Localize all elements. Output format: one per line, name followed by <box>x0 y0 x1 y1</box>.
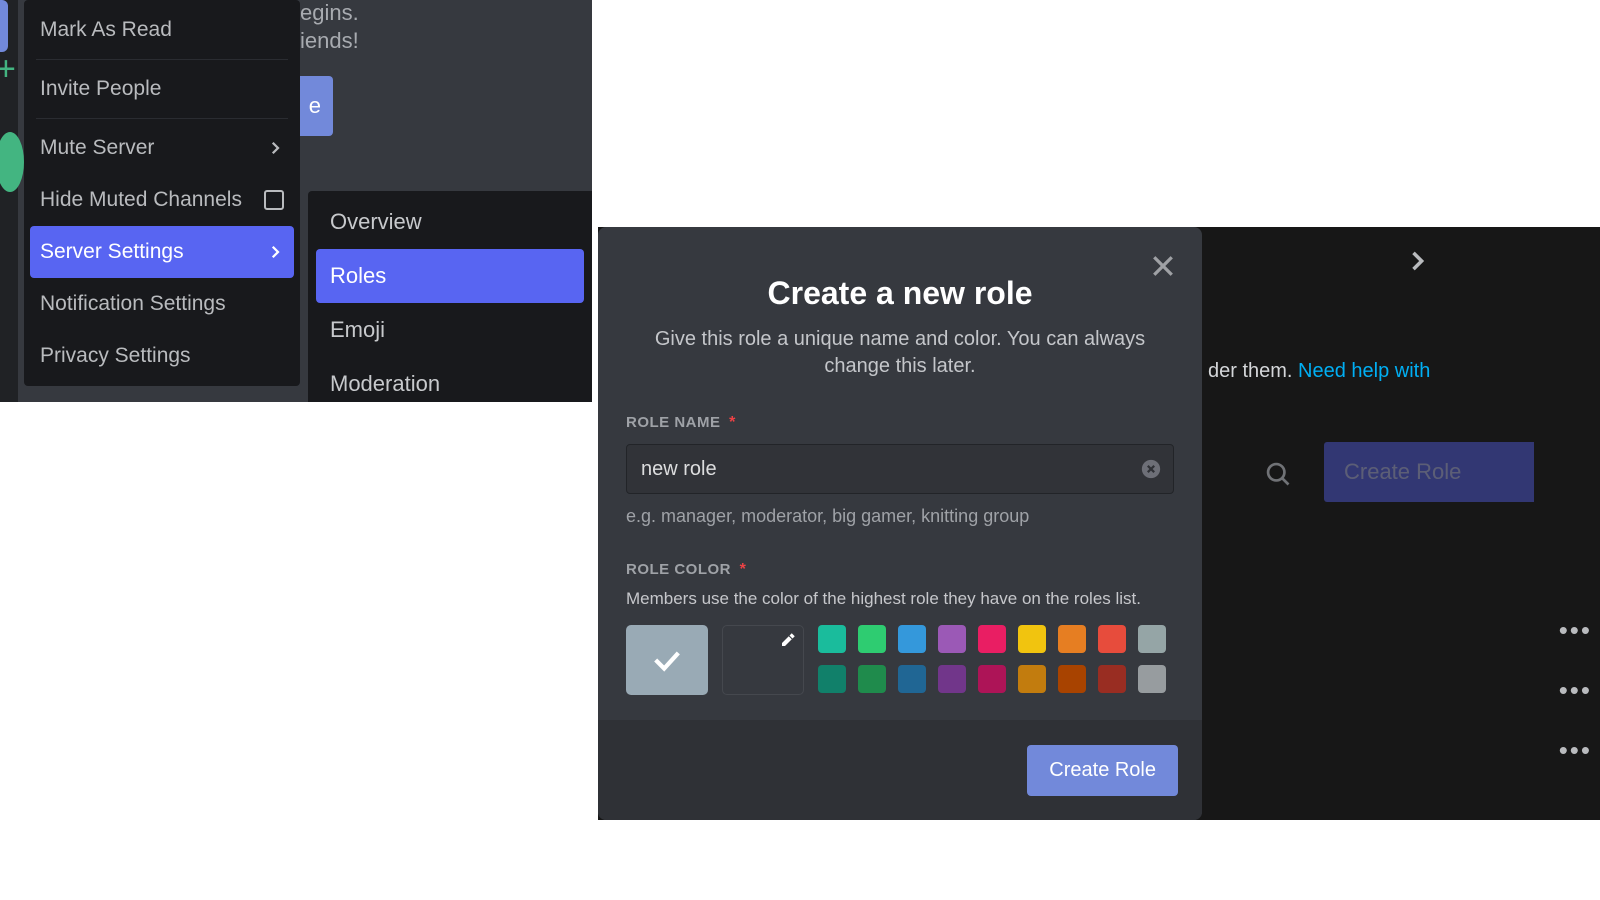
color-swatch[interactable] <box>858 625 886 653</box>
submenu-emoji[interactable]: Emoji <box>316 303 584 357</box>
color-swatch[interactable] <box>1138 625 1166 653</box>
chevron-right-icon <box>266 243 284 261</box>
ctx-notification-settings[interactable]: Notification Settings <box>30 278 294 330</box>
required-mark: * <box>736 561 747 578</box>
color-picker <box>626 625 1174 695</box>
guild-selected-indicator <box>0 0 8 52</box>
more-icon[interactable]: ••• <box>1559 675 1592 706</box>
clear-input-icon[interactable] <box>1140 458 1162 480</box>
color-swatch[interactable] <box>1138 665 1166 693</box>
color-swatch[interactable] <box>1098 625 1126 653</box>
color-swatch[interactable] <box>1058 625 1086 653</box>
role-name-input[interactable] <box>626 444 1174 494</box>
color-swatch[interactable] <box>1058 665 1086 693</box>
check-icon <box>650 643 684 677</box>
chevron-right-icon <box>266 139 284 157</box>
color-swatch[interactable] <box>1018 625 1046 653</box>
create-role-modal: Create a new role Give this role a uniqu… <box>598 227 1202 820</box>
color-swatch[interactable] <box>1098 665 1126 693</box>
close-icon[interactable] <box>1148 251 1178 281</box>
eyedropper-icon <box>779 631 797 649</box>
modal-subtitle: Give this role a unique name and color. … <box>638 326 1162 380</box>
separator <box>36 59 288 60</box>
ctx-invite-people[interactable]: Invite People <box>30 63 294 115</box>
bg-text-fragment: iends! <box>300 28 359 54</box>
help-text-fragment: der them. Need help with <box>1208 360 1430 383</box>
right-screenshot-region: der them. Need help with Create Role •••… <box>598 227 1600 820</box>
color-swatch[interactable] <box>938 625 966 653</box>
ctx-server-settings[interactable]: Server Settings <box>30 226 294 278</box>
role-name-label: Role Name * <box>626 414 1174 432</box>
ctx-item-label: Hide Muted Channels <box>40 188 242 212</box>
color-swatch[interactable] <box>818 625 846 653</box>
search-icon[interactable] <box>1264 460 1292 488</box>
color-swatch[interactable] <box>898 625 926 653</box>
required-mark: * <box>725 414 736 431</box>
default-color-swatch[interactable] <box>626 625 708 695</box>
ctx-item-label: Privacy Settings <box>40 344 191 368</box>
ctx-item-label: Notification Settings <box>40 292 226 316</box>
ctx-item-label: Mark As Read <box>40 18 172 42</box>
color-swatch[interactable] <box>978 665 1006 693</box>
label-text: Role Name <box>626 414 721 431</box>
color-swatch[interactable] <box>938 665 966 693</box>
ctx-item-label: Server Settings <box>40 240 184 264</box>
modal-title: Create a new role <box>598 275 1202 312</box>
color-swatch[interactable] <box>1018 665 1046 693</box>
submenu-moderation[interactable]: Moderation <box>316 357 584 402</box>
more-icon[interactable]: ••• <box>1559 615 1592 646</box>
role-color-desc: Members use the color of the highest rol… <box>626 589 1174 609</box>
custom-color-swatch[interactable] <box>722 625 804 695</box>
ctx-privacy-settings[interactable]: Privacy Settings <box>30 330 294 382</box>
submenu-overview[interactable]: Overview <box>316 195 584 249</box>
role-color-label: Role Color * <box>626 561 1174 579</box>
guild-icon-fragment <box>0 132 24 192</box>
ctx-mute-server[interactable]: Mute Server <box>30 122 294 174</box>
create-role-button[interactable]: Create Role <box>1027 745 1178 796</box>
submenu-roles[interactable]: Roles <box>316 249 584 303</box>
bg-text-fragment: egins. <box>300 0 359 26</box>
color-grid <box>818 625 1166 695</box>
left-screenshot-region: egins. iends! e + Mark As Read Invite Pe… <box>0 0 592 402</box>
chevron-right-icon <box>1403 247 1431 275</box>
add-server-fragment: + <box>0 50 22 76</box>
ctx-item-label: Mute Server <box>40 136 154 160</box>
color-swatch[interactable] <box>818 665 846 693</box>
help-text: der them. <box>1208 360 1298 382</box>
help-link[interactable]: Need help with <box>1298 360 1430 382</box>
ctx-mark-as-read[interactable]: Mark As Read <box>30 4 294 56</box>
server-settings-submenu: Overview Roles Emoji Moderation <box>308 191 592 402</box>
color-swatch[interactable] <box>898 665 926 693</box>
ctx-item-label: Invite People <box>40 77 161 101</box>
more-icon[interactable]: ••• <box>1559 735 1592 766</box>
color-swatch[interactable] <box>858 665 886 693</box>
modal-footer: Create Role <box>598 720 1202 820</box>
create-role-button-behind[interactable]: Create Role <box>1324 442 1534 502</box>
checkbox-icon[interactable] <box>264 190 284 210</box>
color-swatch[interactable] <box>978 625 1006 653</box>
separator <box>36 118 288 119</box>
label-text: Role Color <box>626 561 731 578</box>
server-context-menu: Mark As Read Invite People Mute Server H… <box>24 0 300 386</box>
ctx-hide-muted-channels[interactable]: Hide Muted Channels <box>30 174 294 226</box>
role-name-hint: e.g. manager, moderator, big gamer, knit… <box>626 506 1174 527</box>
